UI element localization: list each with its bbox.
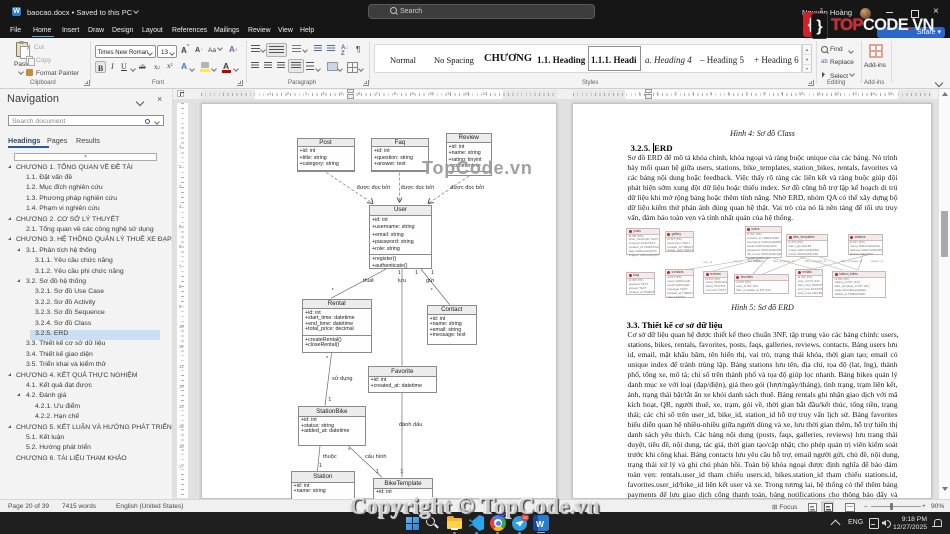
svg-text:user_id: user_id	[703, 260, 713, 264]
svg-text:bike_template_id: bike_template_id	[805, 259, 827, 263]
svg-text:post_id: post_id	[733, 259, 742, 263]
svg-text:bike_template_id: bike_template_id	[841, 259, 863, 263]
svg-text:station_id: station_id	[871, 259, 883, 263]
